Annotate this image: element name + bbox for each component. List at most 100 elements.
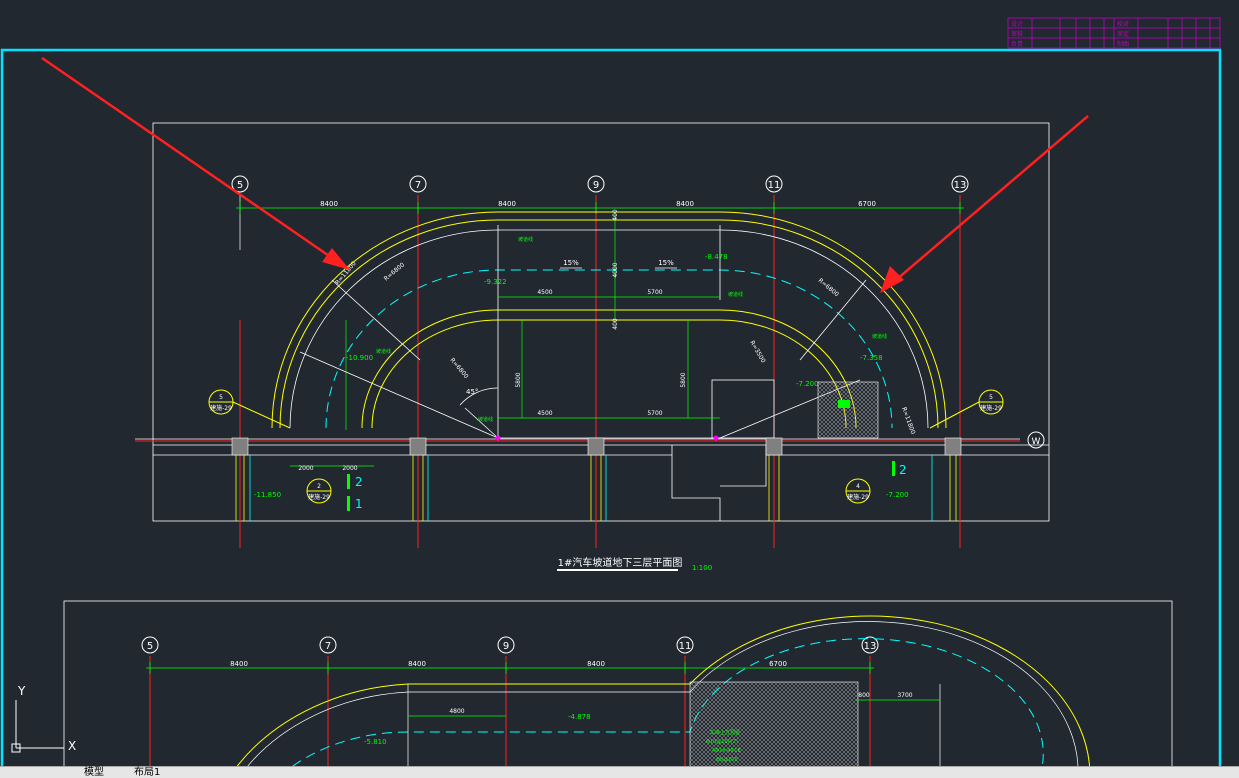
- grid-label-5: 5: [147, 641, 153, 652]
- hatched-area: [817, 381, 879, 439]
- upper-inner-lines: [497, 225, 775, 439]
- radius-label: R=6800: [448, 357, 469, 380]
- callout-num: 5: [989, 394, 993, 401]
- lower-elevations: -4.878 -5.810: [364, 713, 591, 746]
- dim-text: 5800: [515, 372, 522, 387]
- grid-label-11: 11: [768, 180, 781, 191]
- upper-dim-texts: 4500 5700 4500 5700 5800 5800 4000 400 4…: [298, 209, 687, 472]
- dim-text: 8400: [408, 660, 426, 668]
- dim-text: 800: [858, 692, 870, 699]
- dim-text: 5700: [647, 289, 662, 296]
- note: 4Φ18;4Φ18: [712, 748, 741, 754]
- dim-text: 4500: [537, 410, 552, 417]
- callout-ref: 建施-29: [210, 404, 232, 412]
- dim-text: 400: [612, 318, 619, 330]
- section-label: 2: [355, 475, 363, 489]
- upper-elevations: -9.322 -8.478 -10.900 -7.358 -11.850 -7.…: [254, 253, 909, 499]
- grid-label-11: 11: [679, 641, 692, 652]
- dim-text: 2000: [342, 465, 357, 472]
- radius-label: R=6800: [817, 277, 840, 298]
- axis-w-label: W: [1032, 437, 1041, 447]
- upper-grid-bubbles: [231, 175, 969, 193]
- radius-label: R=3500: [748, 340, 766, 365]
- elevation-label: -7.200: [796, 380, 819, 388]
- dim-text: 3700: [897, 692, 912, 699]
- elevation-label: -8.478: [705, 253, 728, 261]
- upper-top-dim-text: 8400 8400 8400 6700: [320, 200, 876, 208]
- dim-text: 4000: [612, 262, 619, 277]
- callout-ref: 建施-29: [847, 493, 869, 501]
- title-block: [1007, 17, 1221, 49]
- grid-label-7: 7: [415, 180, 421, 191]
- elevation-label: -7.200: [886, 491, 909, 499]
- dim-text: 4500: [537, 289, 552, 296]
- dim-text: 8400: [320, 200, 338, 208]
- section-label: 2: [899, 463, 907, 477]
- plan-title: 1#汽车坡道地下三层平面图: [558, 556, 683, 569]
- callout-ref: 建施-29: [308, 493, 330, 501]
- note: 坡道线: [872, 333, 887, 340]
- radius-label: R=11800: [900, 406, 916, 435]
- dim-text: 4800: [449, 708, 464, 715]
- slope-label: 15%: [563, 259, 579, 267]
- grid-label-9: 9: [593, 180, 599, 191]
- dim-text: 6700: [858, 200, 876, 208]
- note: 坡道线: [518, 236, 533, 243]
- lower-top-dim-text: 8400 8400 8400 6700: [230, 660, 787, 668]
- tb-cell-1: 设计: [1011, 20, 1023, 28]
- ucs-labels: Y X: [17, 684, 76, 753]
- note: Φ8@200: [716, 757, 738, 763]
- note: 坡道线: [728, 291, 743, 298]
- upper-radial-lines: [299, 279, 867, 439]
- dim-text: 2000: [298, 465, 313, 472]
- elevation-label: -7.358: [860, 354, 883, 362]
- ucs-icon: [11, 700, 64, 753]
- lower-top-dimension: [146, 662, 874, 674]
- note: Φ10@100(2): [706, 739, 738, 745]
- section-labels: 2 1 2: [355, 463, 907, 511]
- section-label: 1: [355, 497, 363, 511]
- upper-green-dims: [290, 212, 720, 467]
- section-markers: [347, 461, 895, 511]
- note: 车库上方预留: [710, 729, 740, 736]
- callout-num: 5: [219, 394, 223, 401]
- red-annotation-arrows: [41, 56, 1089, 293]
- elevation-label: -5.810: [364, 738, 387, 746]
- tb-cell-2: 审核: [1011, 30, 1023, 38]
- plan-scale: 1:100: [692, 564, 712, 572]
- title-block-text: 设计 审核 负责 校对 审定 制图: [1011, 20, 1129, 48]
- dim-text: 400: [612, 209, 619, 221]
- grid-label-9: 9: [503, 641, 509, 652]
- dim-text: 8400: [498, 200, 516, 208]
- ucs-x-label: X: [68, 739, 76, 753]
- lower-dims: [408, 699, 940, 717]
- layout-tabbar: 模型 布局1: [0, 766, 1239, 778]
- note: 坡道线: [478, 416, 493, 423]
- dim-text: 6700: [769, 660, 787, 668]
- tb-cell-4: 校对: [1117, 20, 1129, 28]
- upper-notes: 坡道线 坡道线 坡道线 坡道线 坡道线: [376, 236, 887, 423]
- dim-text: 8400: [230, 660, 248, 668]
- dim-text: 5700: [647, 410, 662, 417]
- slope-label: 15%: [658, 259, 674, 267]
- callout-ref: 建施-29: [980, 404, 1002, 412]
- note: 坡道线: [376, 348, 391, 355]
- elevation-label: -11.850: [254, 491, 281, 499]
- dim-text: 8400: [587, 660, 605, 668]
- dim-text: 5800: [680, 372, 687, 387]
- callout-num: 2: [317, 483, 321, 490]
- w-axis-marker: W: [1027, 431, 1045, 449]
- cad-model-space[interactable]: 设计 审核 负责 校对 审定 制图 5 7 9 11 13 8400 8400 …: [0, 0, 1239, 777]
- elevation-label: -4.878: [568, 713, 591, 721]
- angle-label: 45°: [466, 388, 478, 396]
- grid-label-13: 13: [954, 180, 967, 191]
- tb-cell-3: 负责: [1011, 40, 1023, 48]
- callout-num: 4: [856, 483, 860, 490]
- tb-cell-5: 审定: [1117, 30, 1129, 38]
- tb-cell-6: 制图: [1117, 40, 1129, 48]
- lower-arcs: [229, 615, 1091, 777]
- elevation-label: -9.322: [484, 278, 507, 286]
- ucs-y-label: Y: [17, 684, 26, 698]
- grid-label-7: 7: [325, 641, 331, 652]
- grid-label-5: 5: [237, 180, 243, 191]
